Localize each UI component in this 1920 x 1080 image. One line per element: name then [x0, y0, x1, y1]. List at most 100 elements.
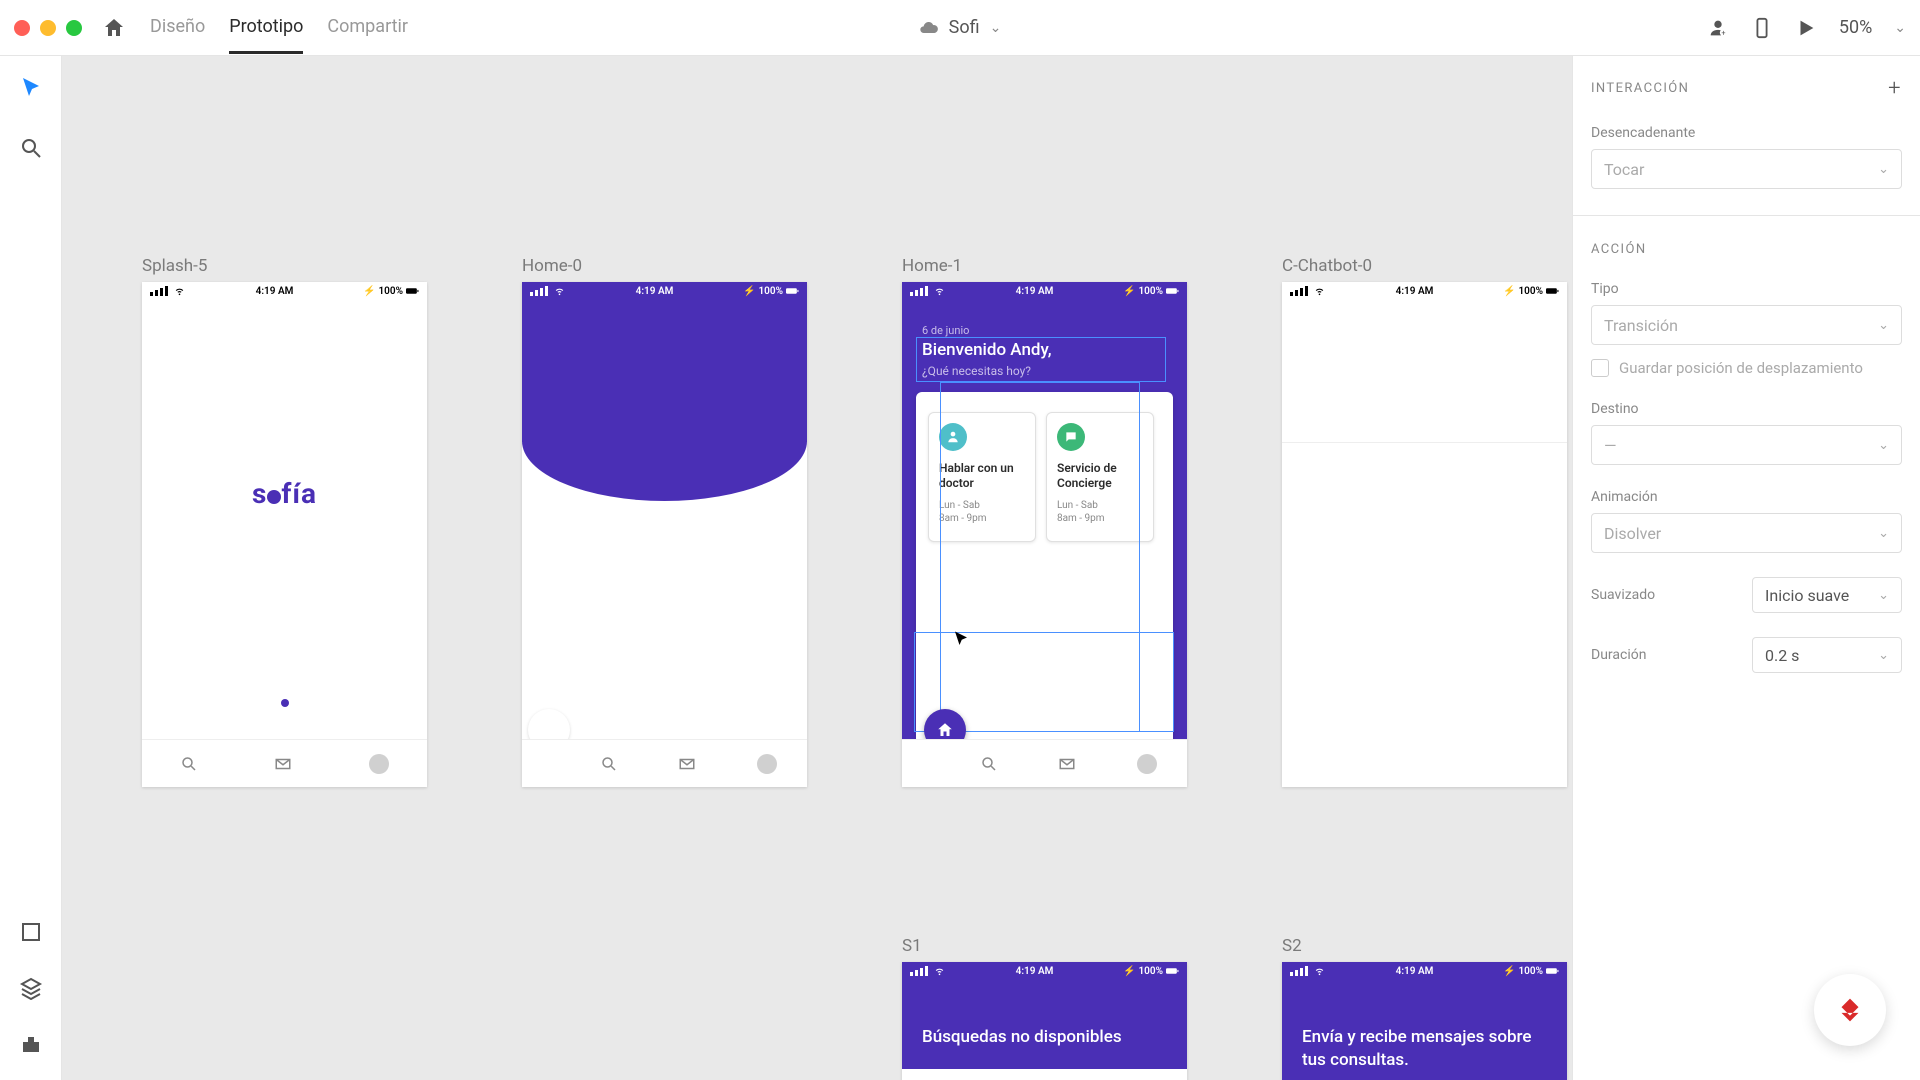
artboard-splash-5[interactable]: Splash-5 4:19 AM ⚡100% sfía	[142, 256, 427, 787]
status-bar: 4:19 AM ⚡100%	[1282, 962, 1567, 980]
mail-icon[interactable]	[1058, 755, 1076, 773]
zoom-chevron-icon[interactable]: ⌄	[1894, 20, 1906, 36]
bottom-nav	[522, 739, 807, 787]
bottom-nav	[902, 739, 1187, 787]
search-icon[interactable]	[180, 755, 198, 773]
mail-icon[interactable]	[274, 755, 292, 773]
profile-icon[interactable]	[757, 754, 777, 774]
home-icon[interactable]	[102, 16, 126, 40]
artboard-s2[interactable]: S2 4:19 AM ⚡100% Envía y recibe mensajes…	[1282, 936, 1567, 1080]
search-icon[interactable]	[980, 755, 998, 773]
mail-icon[interactable]	[678, 755, 696, 773]
layers-panel-icon[interactable]	[19, 976, 43, 1004]
preserve-scroll-checkbox[interactable]: Guardar posición de desplazamiento	[1591, 359, 1902, 377]
artboard-home-1[interactable]: Home-1 4:19 AM ⚡100% 6 de junio Bienveni…	[902, 256, 1187, 787]
canvas[interactable]: Splash-5 4:19 AM ⚡100% sfía Home-0 4:19 …	[62, 56, 1572, 1080]
chevron-down-icon: ⌄	[1878, 438, 1889, 453]
chevron-down-icon: ⌄	[990, 20, 1002, 36]
easing-select[interactable]: Inicio suave ⌄	[1752, 577, 1902, 613]
select-tool[interactable]	[19, 76, 43, 104]
artboard-chatbot-0[interactable]: C-Chatbot-0 4:19 AM ⚡100%	[1282, 256, 1567, 787]
status-battery: 100%	[1138, 966, 1163, 977]
add-interaction-button[interactable]: +	[1888, 76, 1902, 101]
status-time: 4:19 AM	[1016, 966, 1054, 977]
chevron-down-icon: ⌄	[1878, 526, 1889, 541]
artboard-s1[interactable]: S1 4:19 AM ⚡100% Búsquedas no disponible…	[902, 936, 1187, 1080]
type-value: Transición	[1604, 316, 1678, 335]
collaborator-icon[interactable]: +	[1707, 17, 1729, 39]
search-tool[interactable]	[19, 136, 43, 164]
status-bar: 4:19 AM ⚡100%	[522, 282, 807, 300]
profile-icon[interactable]	[369, 754, 389, 774]
document-title[interactable]: Sofi ⌄	[919, 17, 1002, 38]
artboard-label[interactable]: S2	[1282, 936, 1567, 956]
artboard-label[interactable]: Splash-5	[142, 256, 427, 276]
trigger-label: Desencadenante	[1591, 125, 1902, 141]
type-label: Tipo	[1591, 281, 1902, 297]
brand-help-button[interactable]	[1814, 974, 1886, 1046]
status-battery: 100%	[378, 286, 403, 297]
animation-value: Disolver	[1604, 524, 1661, 543]
page-indicator	[281, 699, 289, 707]
artboard-tool[interactable]	[19, 920, 43, 948]
search-icon[interactable]	[600, 755, 618, 773]
topbar: Diseño Prototipo Compartir Sofi ⌄ + 50% …	[0, 0, 1920, 56]
date-label: 6 de junio	[922, 324, 969, 337]
duration-label: Duración	[1591, 647, 1646, 663]
zoom-level[interactable]: 50%	[1839, 17, 1872, 38]
status-bar: 4:19 AM ⚡100%	[902, 282, 1187, 300]
device-preview-icon[interactable]	[1751, 17, 1773, 39]
status-bar: 4:19 AM ⚡100%	[142, 282, 427, 300]
trigger-select[interactable]: Tocar ⌄	[1591, 149, 1902, 189]
type-select[interactable]: Transición ⌄	[1591, 305, 1902, 345]
topbar-right: + 50% ⌄	[1707, 17, 1906, 39]
close-window[interactable]	[14, 20, 30, 36]
status-battery: 100%	[1518, 286, 1543, 297]
profile-icon[interactable]	[1137, 754, 1157, 774]
status-bar: 4:19 AM ⚡100%	[1282, 282, 1567, 300]
document-name: Sofi	[949, 17, 980, 38]
cursor-icon	[952, 630, 970, 648]
artboard-label[interactable]: C-Chatbot-0	[1282, 256, 1567, 276]
play-icon[interactable]	[1795, 17, 1817, 39]
status-time: 4:19 AM	[1396, 966, 1434, 977]
destination-select[interactable]: — ⌄	[1591, 425, 1902, 465]
svg-text:+: +	[1721, 28, 1725, 37]
destination-value: —	[1604, 436, 1617, 455]
status-battery: 100%	[758, 286, 783, 297]
easing-label: Suavizado	[1591, 587, 1655, 603]
artboard-label[interactable]: Home-1	[902, 256, 1187, 276]
tool-rail	[0, 56, 62, 1080]
trigger-value: Tocar	[1604, 160, 1644, 179]
screen-heading: Búsquedas no disponibles	[922, 1026, 1167, 1049]
chevron-down-icon: ⌄	[1878, 648, 1889, 663]
status-time: 4:19 AM	[636, 286, 674, 297]
tab-design[interactable]: Diseño	[150, 16, 205, 54]
status-time: 4:19 AM	[1016, 286, 1054, 297]
status-bar: 4:19 AM ⚡100%	[902, 962, 1187, 980]
duration-select[interactable]: 0.2 s ⌄	[1752, 637, 1902, 673]
duration-value: 0.2 s	[1765, 646, 1799, 665]
section-action: ACCIÓN	[1591, 242, 1647, 257]
status-time: 4:19 AM	[256, 286, 294, 297]
status-battery: 100%	[1138, 286, 1163, 297]
tab-prototype[interactable]: Prototipo	[229, 16, 303, 54]
easing-value: Inicio suave	[1765, 586, 1849, 605]
preserve-scroll-label: Guardar posición de desplazamiento	[1619, 359, 1863, 377]
screen-heading: Envía y recibe mensajes sobre tus consul…	[1302, 1026, 1547, 1072]
artboard-label[interactable]: Home-0	[522, 256, 807, 276]
artboard-home-0[interactable]: Home-0 4:19 AM ⚡100%	[522, 256, 807, 787]
animation-select[interactable]: Disolver ⌄	[1591, 513, 1902, 553]
animation-label: Animación	[1591, 489, 1902, 505]
artboard-label[interactable]: S1	[902, 936, 1187, 956]
chevron-down-icon: ⌄	[1878, 588, 1889, 603]
section-interaction: INTERACCIÓN	[1591, 81, 1689, 96]
minimize-window[interactable]	[40, 20, 56, 36]
inspector-panel: INTERACCIÓN + Desencadenante Tocar ⌄ ACC…	[1572, 56, 1920, 1080]
destination-label: Destino	[1591, 401, 1902, 417]
plugins-icon[interactable]	[19, 1032, 43, 1060]
tab-share[interactable]: Compartir	[327, 16, 408, 54]
status-battery: 100%	[1518, 966, 1543, 977]
maximize-window[interactable]	[66, 20, 82, 36]
chevron-down-icon: ⌄	[1878, 318, 1889, 333]
